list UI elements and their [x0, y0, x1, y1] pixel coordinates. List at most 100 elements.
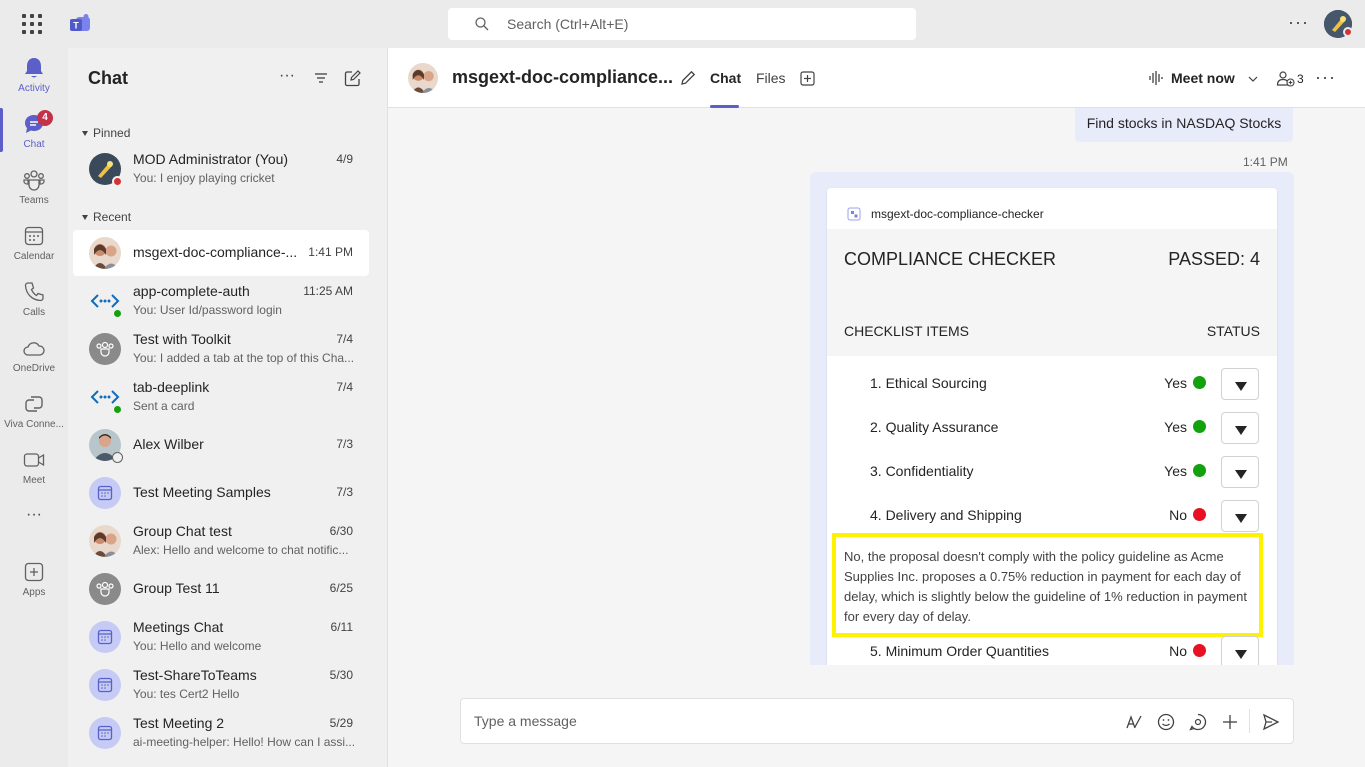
- rail-item-meet[interactable]: Meet: [0, 448, 68, 486]
- group-avatar: [89, 573, 121, 605]
- rail-item-chat[interactable]: Chat 4: [0, 110, 68, 150]
- add-attachment-icon[interactable]: [1221, 713, 1239, 731]
- rail-item-calls[interactable]: Calls: [0, 280, 68, 318]
- tab-chat[interactable]: Chat: [710, 70, 741, 86]
- profile-status-busy: [1343, 27, 1353, 37]
- card-title: COMPLIANCE CHECKER: [844, 249, 1057, 269]
- message-composer[interactable]: Type a message: [460, 698, 1294, 744]
- chat-name: MOD Administrator (You): [133, 151, 289, 167]
- expand-details-button[interactable]: [1221, 636, 1259, 665]
- chat-preview: You: I added a tab at the top of this Ch…: [133, 351, 355, 365]
- expand-details-button[interactable]: [1221, 368, 1259, 400]
- chat-row-test-meeting-2[interactable]: Test Meeting 2 ai-meeting-helper: Hello!…: [73, 710, 369, 756]
- chat-time: 11:25 AM: [303, 284, 353, 298]
- rail-label-meet: Meet: [22, 475, 46, 486]
- rail-item-viva[interactable]: Viva Conne...: [0, 392, 68, 430]
- loop-icon[interactable]: [1189, 713, 1207, 731]
- rail-label-calendar: Calendar: [13, 251, 55, 262]
- add-tab-icon[interactable]: [800, 71, 815, 86]
- chat-row-test-meeting-samples[interactable]: Test Meeting Samples 7/3: [73, 470, 369, 516]
- audio-wave-icon: [1149, 71, 1163, 85]
- chat-row-test-sharetoteams[interactable]: Test-ShareToTeams You: tes Cert2 Hello 5…: [73, 662, 369, 708]
- avatar: [89, 525, 121, 557]
- edit-name-icon[interactable]: [679, 69, 697, 87]
- chat-row-alex-wilber[interactable]: Alex Wilber 7/3: [73, 422, 369, 468]
- chat-list-panel: Chat ··· Pinned MOD Administrator (You) …: [68, 48, 388, 767]
- conversation-more-icon[interactable]: ···: [1315, 67, 1336, 88]
- search-box[interactable]: Search (Ctrl+Alt+E): [448, 8, 916, 40]
- composer-divider: [1249, 709, 1250, 733]
- recent-section-toggle[interactable]: Recent: [82, 210, 131, 224]
- chat-name: Test Meeting Samples: [133, 484, 271, 500]
- teams-icon: [23, 170, 45, 191]
- checklist-item-label: 2. Quality Assurance: [870, 419, 999, 435]
- checklist-item-label: 5. Minimum Order Quantities: [870, 643, 1049, 659]
- checklist-item-label: 4. Delivery and Shipping: [870, 507, 1022, 523]
- presence-available-icon: [112, 404, 123, 415]
- card-app-name: msgext-doc-compliance-checker: [871, 207, 1044, 221]
- video-icon: [23, 453, 45, 467]
- conversation-avatar: [408, 63, 438, 93]
- expand-details-button[interactable]: [1221, 412, 1259, 444]
- rail-label-activity: Activity: [18, 83, 50, 94]
- checklist-item: 5. Minimum Order Quantities No: [827, 636, 1277, 665]
- new-chat-icon[interactable]: [344, 70, 361, 87]
- search-icon: [475, 17, 489, 31]
- checklist-items-label: CHECKLIST ITEMS: [844, 323, 969, 339]
- checklist-item-status: Yes: [1164, 463, 1187, 479]
- rail-item-activity[interactable]: Activity: [0, 56, 68, 94]
- message-input[interactable]: Type a message: [474, 713, 577, 729]
- pinned-section-toggle[interactable]: Pinned: [82, 126, 130, 140]
- chat-time: 5/29: [329, 716, 353, 730]
- app-launcher-icon[interactable]: [22, 14, 42, 34]
- apps-icon: [24, 562, 44, 582]
- chat-row-tab-deeplink[interactable]: tab-deeplink Sent a card 7/4: [73, 374, 369, 420]
- chat-time: 6/11: [330, 620, 353, 634]
- chat-time: 7/3: [336, 485, 353, 499]
- chat-name: Group Test 11: [133, 580, 220, 596]
- rail-item-onedrive[interactable]: OneDrive: [0, 338, 68, 374]
- chevron-down-icon[interactable]: [1248, 76, 1258, 83]
- chat-list-more-icon[interactable]: ···: [279, 67, 295, 85]
- chat-row-msgext-doc-compliance[interactable]: msgext-doc-compliance-... 1:41 PM: [73, 230, 369, 276]
- send-icon[interactable]: [1262, 713, 1280, 731]
- chat-time: 7/3: [336, 437, 353, 451]
- conversation-title: msgext-doc-compliance...: [452, 67, 674, 87]
- filter-icon[interactable]: [313, 70, 329, 86]
- conversation-header: msgext-doc-compliance... Chat Files Meet…: [388, 48, 1365, 108]
- bell-icon: [25, 58, 43, 78]
- chat-row-app-complete-auth[interactable]: app-complete-auth You: User Id/password …: [73, 278, 369, 324]
- rail-label-chat: Chat: [23, 139, 45, 150]
- settings-more-icon[interactable]: ···: [1288, 12, 1309, 33]
- checklist-item-status: Yes: [1164, 419, 1187, 435]
- rail-more-icon[interactable]: ···: [0, 506, 68, 524]
- chat-unread-badge: 4: [37, 110, 53, 126]
- card-app-header: msgext-doc-compliance-checker: [827, 188, 1277, 229]
- app-icon: [847, 207, 861, 221]
- meeting-avatar: [89, 717, 121, 749]
- chat-row-test-with-toolkit[interactable]: Test with Toolkit You: I added a tab at …: [73, 326, 369, 372]
- expand-details-button[interactable]: [1221, 500, 1259, 532]
- chat-row-group-test-11[interactable]: Group Test 11 6/25: [73, 566, 369, 612]
- chat-preview: Sent a card: [133, 399, 195, 413]
- checklist-item-status: Yes: [1164, 375, 1187, 391]
- emoji-icon[interactable]: [1157, 713, 1175, 731]
- expand-details-button[interactable]: [1221, 456, 1259, 488]
- chat-name: tab-deeplink: [133, 379, 210, 395]
- checklist-item: 1. Ethical Sourcing Yes: [827, 368, 1277, 412]
- presence-busy-icon: [112, 176, 123, 187]
- rail-item-apps[interactable]: Apps: [0, 560, 68, 598]
- chat-name: Group Chat test: [133, 523, 232, 539]
- format-icon[interactable]: [1125, 713, 1143, 731]
- chat-row-meetings-chat[interactable]: Meetings Chat You: Hello and welcome 6/1…: [73, 614, 369, 660]
- chat-row-group-chat-test[interactable]: Group Chat test Alex: Hello and welcome …: [73, 518, 369, 564]
- chat-row-mod-administrator[interactable]: MOD Administrator (You) You: I enjoy pla…: [73, 146, 369, 192]
- rail-item-calendar[interactable]: Calendar: [0, 224, 68, 262]
- chat-name: Meetings Chat: [133, 619, 224, 635]
- rail-item-teams[interactable]: Teams: [0, 168, 68, 206]
- chat-time: 7/4: [336, 380, 353, 394]
- chat-time: 7/4: [336, 332, 353, 346]
- top-bar: T Search (Ctrl+Alt+E) ···: [0, 0, 1365, 48]
- checklist-item: 3. Confidentiality Yes: [827, 456, 1277, 500]
- tab-files[interactable]: Files: [756, 70, 786, 86]
